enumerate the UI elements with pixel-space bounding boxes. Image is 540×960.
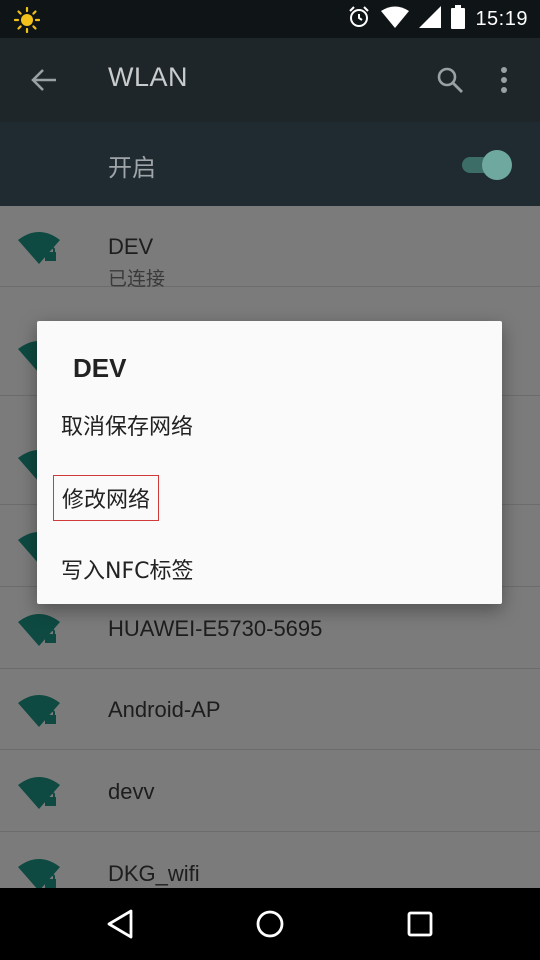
wifi-lock-icon: [18, 232, 60, 264]
wifi-lock-icon: [18, 614, 60, 646]
wifi-lock-icon: [18, 777, 60, 809]
network-row[interactable]: DEV 已连接: [0, 206, 540, 290]
network-row[interactable]: DKG_wifi: [0, 833, 540, 888]
network-name: devv: [108, 779, 155, 804]
navigation-bar: [0, 888, 540, 960]
nav-home-button[interactable]: [250, 904, 290, 944]
network-name: DEV: [108, 234, 154, 259]
wlan-switch-bar: 开启: [0, 122, 540, 206]
network-row[interactable]: Android-AP: [0, 669, 540, 750]
modify-network-item[interactable]: 修改网络: [53, 475, 160, 521]
arrow-back-icon: [31, 69, 56, 91]
network-row[interactable]: devv: [0, 751, 540, 832]
status-bar: 15:19: [0, 0, 540, 38]
app-bar: WLAN: [0, 38, 540, 122]
network-status: 已连接: [108, 268, 166, 290]
nav-recents-icon: [407, 911, 433, 937]
nav-recents-button[interactable]: [400, 904, 440, 944]
wifi-lock-icon: [18, 695, 60, 727]
write-nfc-tag-item[interactable]: 写入NFC标签: [61, 553, 193, 585]
search-button[interactable]: [430, 60, 470, 100]
alarm-icon: [347, 5, 371, 33]
search-icon: [437, 67, 463, 93]
dialog-title: DEV: [73, 353, 127, 383]
more-vert-icon: [501, 67, 507, 93]
nav-back-button[interactable]: [100, 904, 140, 944]
more-options-button[interactable]: [488, 60, 520, 100]
network-name: HUAWEI-E5730-5695: [108, 616, 323, 641]
network-options-dialog: DEV 取消保存网络 修改网络 写入NFC标签: [37, 321, 502, 604]
wifi-lock-icon: [18, 859, 60, 888]
battery-icon: [451, 5, 466, 33]
switch-label: 开启: [108, 154, 156, 182]
wlan-toggle[interactable]: [458, 149, 512, 180]
back-button[interactable]: [24, 60, 64, 100]
network-name: Android-AP: [108, 697, 221, 722]
network-name: DKG_wifi: [108, 861, 200, 886]
nav-home-icon: [256, 910, 284, 938]
cell-signal-icon: [419, 6, 442, 32]
wifi-signal-icon: [381, 6, 410, 32]
brightness-icon: [13, 6, 41, 34]
status-time: 15:19: [475, 7, 528, 30]
forget-network-item[interactable]: 取消保存网络: [61, 409, 193, 441]
page-title: WLAN: [108, 62, 189, 92]
nav-back-icon: [107, 909, 133, 939]
